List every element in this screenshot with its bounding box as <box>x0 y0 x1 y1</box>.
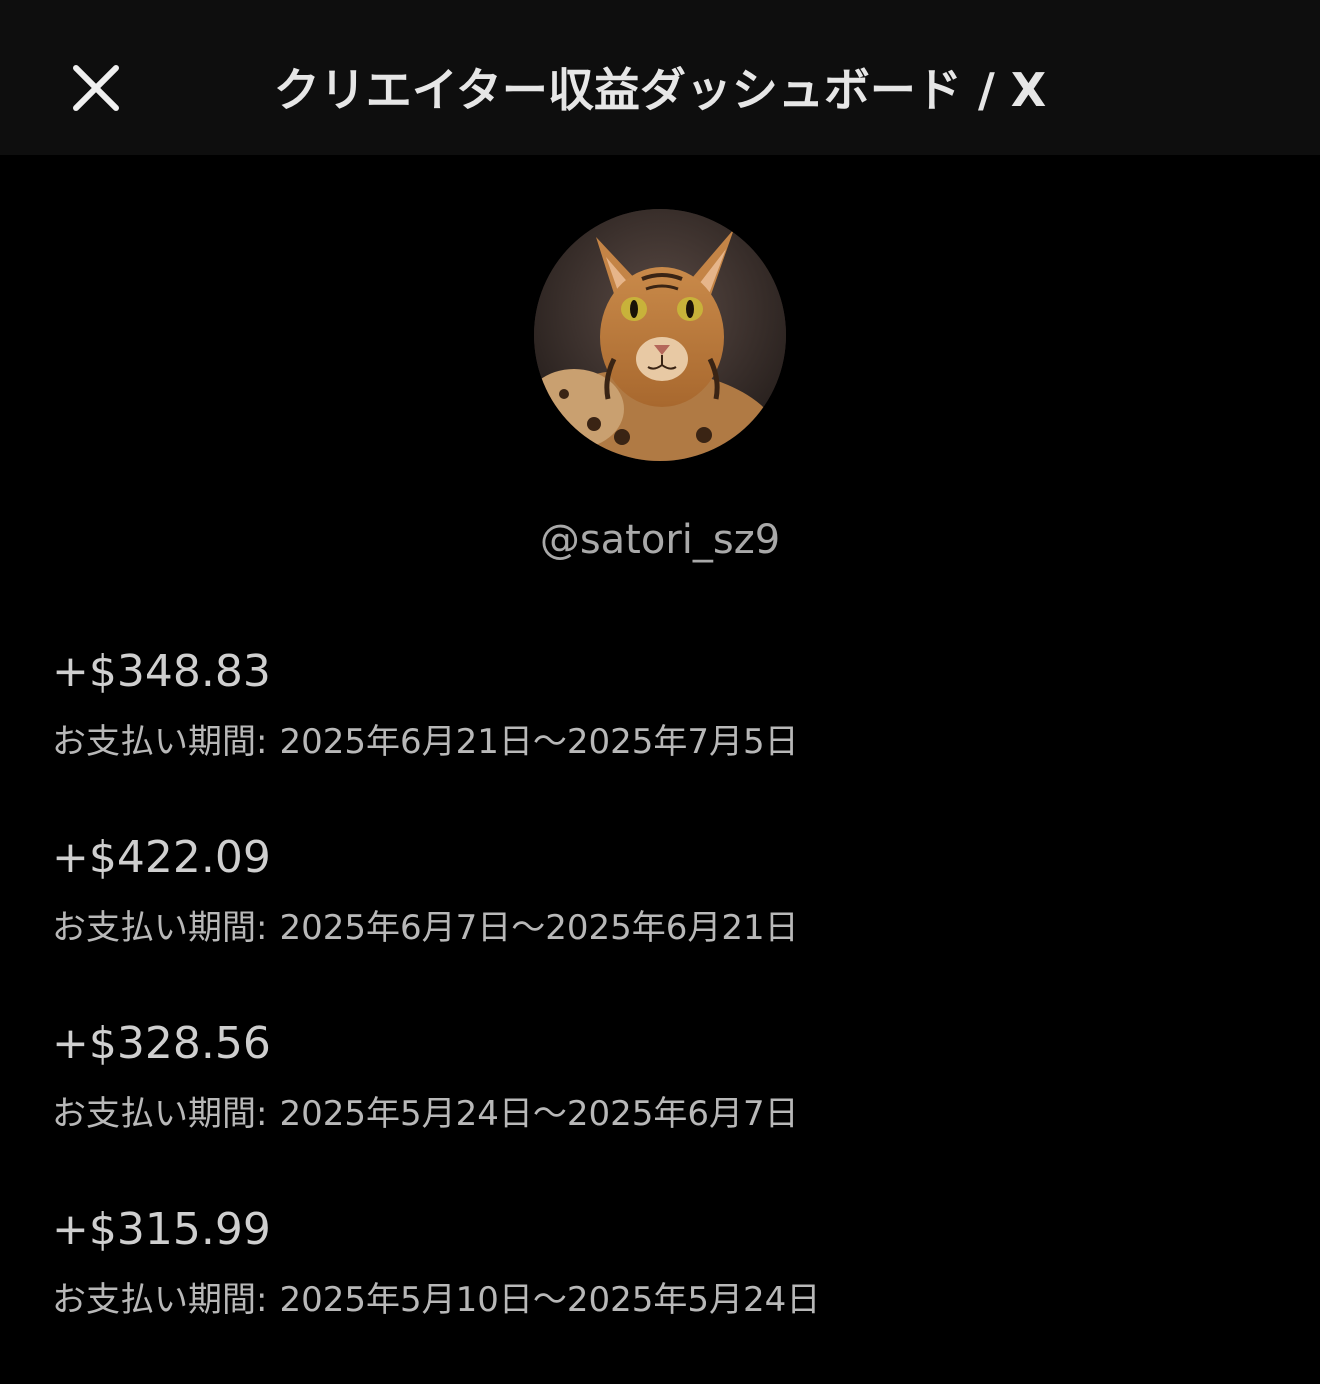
close-icon <box>73 65 119 111</box>
top-bar: クリエイター収益ダッシュボード / X <box>0 0 1320 155</box>
payout-period: お支払い期間: 2025年6月7日〜2025年6月21日 <box>52 900 1272 956</box>
close-button[interactable] <box>60 52 132 124</box>
payout-amount: +$348.83 <box>52 646 271 697</box>
payout-amount: +$315.99 <box>52 1204 271 1255</box>
page-title: クリエイター収益ダッシュボード / X <box>273 63 1047 117</box>
payout-list: +$348.83 お支払い期間: 2025年6月21日〜2025年7月5日 +$4… <box>52 640 1272 1384</box>
payout-period-range: 2025年5月24日〜2025年6月7日 <box>279 1094 799 1134</box>
payout-period-range: 2025年6月21日〜2025年7月5日 <box>279 722 799 762</box>
payout-item: +$328.56 お支払い期間: 2025年5月24日〜2025年6月7日 <box>52 1012 1272 1198</box>
payout-period: お支払い期間: 2025年6月21日〜2025年7月5日 <box>52 714 1272 770</box>
payout-item: +$315.99 お支払い期間: 2025年5月10日〜2025年5月24日 <box>52 1198 1272 1384</box>
payout-period-range: 2025年5月10日〜2025年5月24日 <box>279 1280 821 1320</box>
cat-avatar-icon <box>534 209 786 461</box>
payout-period-range: 2025年6月7日〜2025年6月21日 <box>279 908 799 948</box>
payout-item: +$348.83 お支払い期間: 2025年6月21日〜2025年7月5日 <box>52 640 1272 826</box>
payout-item: +$422.09 お支払い期間: 2025年6月7日〜2025年6月21日 <box>52 826 1272 1012</box>
username: @satori_sz9 <box>539 517 781 563</box>
payout-period-label: お支払い期間: <box>52 1280 268 1320</box>
payout-period: お支払い期間: 2025年5月24日〜2025年6月7日 <box>52 1086 1272 1142</box>
avatar[interactable] <box>534 209 786 461</box>
payout-period-label: お支払い期間: <box>52 908 268 948</box>
payout-period: お支払い期間: 2025年5月10日〜2025年5月24日 <box>52 1272 1272 1328</box>
payout-amount: +$422.09 <box>52 832 271 883</box>
payout-amount: +$328.56 <box>52 1018 271 1069</box>
payout-period-label: お支払い期間: <box>52 722 268 762</box>
payout-period-label: お支払い期間: <box>52 1094 268 1134</box>
